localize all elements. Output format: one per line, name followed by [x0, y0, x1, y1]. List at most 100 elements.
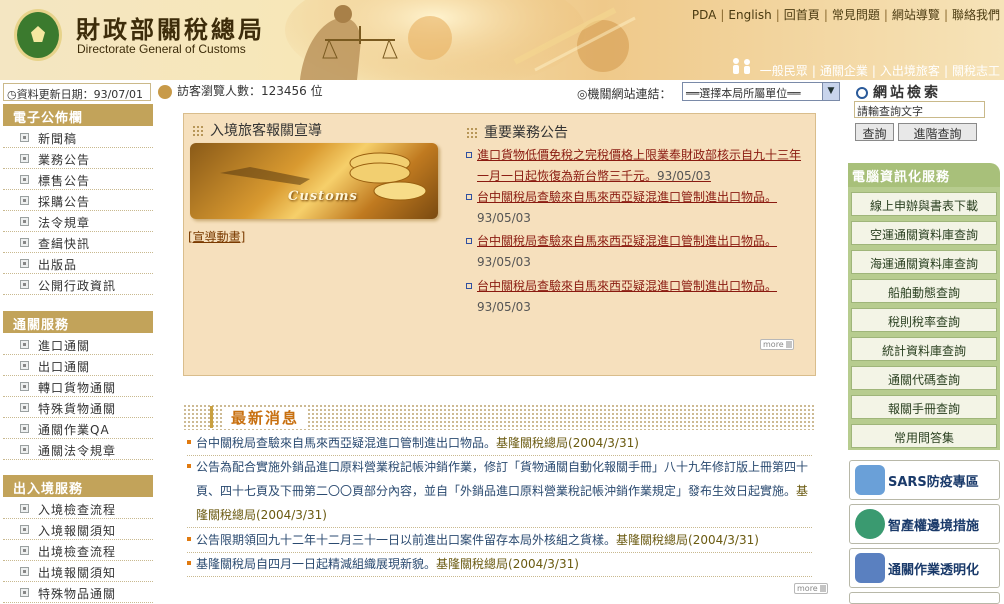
nav-item-exit-declaration[interactable]: 出境報關須知 [3, 561, 153, 582]
bullet-icon [20, 217, 29, 226]
nav-item-transit-clearance[interactable]: 轉口貨物通關 [3, 376, 153, 397]
dots-icon [192, 125, 204, 137]
announcement-item[interactable]: 台中關稅局查驗來自馬來西亞疑混進口管制進出口物品。 93/05/03 [466, 187, 806, 229]
nav-item-publications[interactable]: 出版品 [3, 253, 153, 274]
chevron-down-icon[interactable]: ▼ [822, 83, 839, 100]
latest-more-button[interactable]: more [794, 583, 828, 594]
search-button[interactable]: 查詢 [855, 123, 894, 141]
announcements-more-button[interactable]: more [760, 339, 794, 350]
top-utility-links: PDA | English | 回首頁 | 常見問題 | 網站導覽 | 聯絡我們 [691, 8, 1000, 22]
people-icon [733, 58, 750, 74]
visitor-counter: 訪客瀏覽人數：123456 位 [158, 82, 323, 100]
nav-item-clearance-regulations[interactable]: 通關法令規章 [3, 439, 153, 460]
bullet-icon [20, 259, 29, 268]
dots-icon [466, 127, 478, 139]
announcement-item[interactable]: 進口貨物低價免稅之完稅價格上限業奉財政部核示自九十三年一月一日起恢復為新台幣三千… [466, 145, 806, 187]
square-bullet-icon [187, 440, 191, 444]
contact-link[interactable]: 聯絡我們 [952, 8, 1000, 22]
nav-item-auction-notice[interactable]: 標售公告 [3, 169, 153, 190]
sars-icon [855, 465, 885, 495]
square-bullet-icon [466, 238, 472, 244]
nav-section-travel: 出入境服務 [3, 475, 153, 497]
nav-item-entry-declaration[interactable]: 入境報關須知 [3, 519, 153, 540]
promo-card-ip-border[interactable]: 智產權邊境措施 [849, 504, 1000, 544]
promo-title: 入境旅客報關宣導 [192, 120, 322, 140]
service-vessel-status[interactable]: 船舶動態查詢 [851, 279, 997, 303]
latest-news-item[interactable]: 公告為配合實施外銷品進口原料營業稅記帳沖銷作業，修訂「貨物通關自動化報關手冊」八… [187, 455, 812, 528]
nav-item-public-admin-info[interactable]: 公開行政資訊 [3, 274, 153, 295]
service-declaration-manual[interactable]: 報關手冊查詢 [851, 395, 997, 419]
bullet-icon [20, 196, 29, 205]
nav-item-news-release[interactable]: 新聞稿 [3, 127, 153, 148]
org-select[interactable]: ══選擇本局所屬單位══ ▼ [682, 82, 840, 101]
nav-item-clearance-qa[interactable]: 通關作業QA [3, 418, 153, 439]
visitor-icon [158, 84, 172, 99]
square-bullet-icon [187, 537, 191, 541]
pda-link[interactable]: PDA [692, 8, 716, 22]
square-bullet-icon [187, 464, 191, 468]
latest-news-item[interactable]: 基隆關稅局自四月一日起精減組織展現新貌。基隆關稅總局(2004/3/31) [187, 552, 812, 577]
customs-seal-logo[interactable] [14, 9, 62, 61]
nav-item-entry-inspection[interactable]: 入境檢查流程 [3, 498, 153, 519]
nav-item-export-clearance[interactable]: 出口通關 [3, 355, 153, 376]
square-bullet-icon [466, 194, 472, 200]
nav-item-business-notice[interactable]: 業務公告 [3, 148, 153, 169]
bullet-icon [20, 382, 29, 391]
update-date: ◷資料更新日期：93/07/01 [3, 83, 151, 101]
site-title[interactable]: 財政部關稅總局 [76, 10, 265, 45]
ip-border-icon [855, 509, 885, 539]
audience-link-enterprise[interactable]: 通關企業 [820, 64, 868, 78]
promo-banner-image[interactable]: Customs [190, 143, 438, 219]
service-tariff-rate[interactable]: 稅則稅率查詢 [851, 308, 997, 332]
search-input[interactable]: 請輸查詢文字 [854, 101, 985, 118]
home-link[interactable]: 回首頁 [784, 8, 820, 22]
audience-link-volunteers[interactable]: 關稅志工 [952, 64, 1000, 78]
bullet-icon [20, 445, 29, 454]
service-clearance-code[interactable]: 通關代碼查詢 [851, 366, 997, 390]
service-sea-clearance-db[interactable]: 海運通關資料庫查詢 [851, 250, 997, 274]
promo-card-sars[interactable]: SARS防疫專區 [849, 460, 1000, 500]
bullet-icon [20, 340, 29, 349]
bullet-icon [20, 546, 29, 555]
sitemap-link[interactable]: 網站導覽 [892, 8, 940, 22]
site-subtitle: Directorate General of Customs [77, 42, 246, 56]
service-statistics-db[interactable]: 統計資料庫查詢 [851, 337, 997, 361]
service-online-application[interactable]: 線上申辦與書表下載 [851, 192, 997, 216]
service-air-clearance-db[interactable]: 空運通關資料庫查詢 [851, 221, 997, 245]
bullet-icon [20, 280, 29, 289]
promo-card-transparency[interactable]: 通關作業透明化 [849, 548, 1000, 588]
square-bullet-icon [466, 283, 472, 289]
bullet-icon [20, 133, 29, 142]
announcement-item[interactable]: 台中關稅局查驗來自馬來西亞疑混進口管制進出口物品。 93/05/03 [466, 231, 806, 273]
promo-card-more[interactable] [849, 592, 1000, 604]
announcement-item[interactable]: 台中關稅局查驗來自馬來西亞疑混進口管制進出口物品。 93/05/03 [466, 276, 806, 318]
latest-news-item[interactable]: 公告限期領回九十二年十二月三十一日以前進出口案件留存本局外核組之貨樣。基隆關稅總… [187, 528, 812, 553]
advanced-search-button[interactable]: 進階查詢 [898, 123, 977, 141]
bullet-icon [20, 525, 29, 534]
latest-news-item[interactable]: 台中關稅局查驗來自馬來西亞疑混進口管制進出口物品。基隆關稅總局(2004/3/3… [187, 431, 812, 456]
nav-item-enforcement-news[interactable]: 查緝快訊 [3, 232, 153, 253]
transparency-icon [855, 553, 885, 583]
accent-bar [210, 406, 213, 428]
bullet-icon [20, 154, 29, 163]
nav-item-import-clearance[interactable]: 進口通關 [3, 334, 153, 355]
service-faq[interactable]: 常用問答集 [851, 424, 997, 448]
nav-item-regulations[interactable]: 法令規章 [3, 211, 153, 232]
audience-link-public[interactable]: 一般民眾 [760, 64, 808, 78]
bullet-icon [20, 567, 29, 576]
square-bullet-icon [466, 152, 472, 158]
bullet-icon [20, 504, 29, 513]
audience-links: 一般民眾 | 通關企業 | 入出境旅客 | 關稅志工 [759, 64, 1000, 78]
services-title: 電腦資訊化服務 [848, 163, 1000, 187]
promo-animation-link[interactable]: [宣導動畫] [188, 228, 245, 245]
nav-section-clearance: 通關服務 [3, 311, 153, 333]
english-link[interactable]: English [728, 8, 771, 22]
faq-link[interactable]: 常見問題 [832, 8, 880, 22]
nav-item-exit-inspection[interactable]: 出境檢查流程 [3, 540, 153, 561]
coins-illustration [220, 152, 427, 201]
org-link-label: ◎機關網站連結： [577, 87, 672, 101]
audience-link-travelers[interactable]: 入出境旅客 [880, 64, 940, 78]
nav-item-procurement-notice[interactable]: 採購公告 [3, 190, 153, 211]
nav-item-special-goods[interactable]: 特殊貨物通關 [3, 397, 153, 418]
site-header: 財政部關稅總局 Directorate General of Customs P… [0, 0, 1004, 80]
